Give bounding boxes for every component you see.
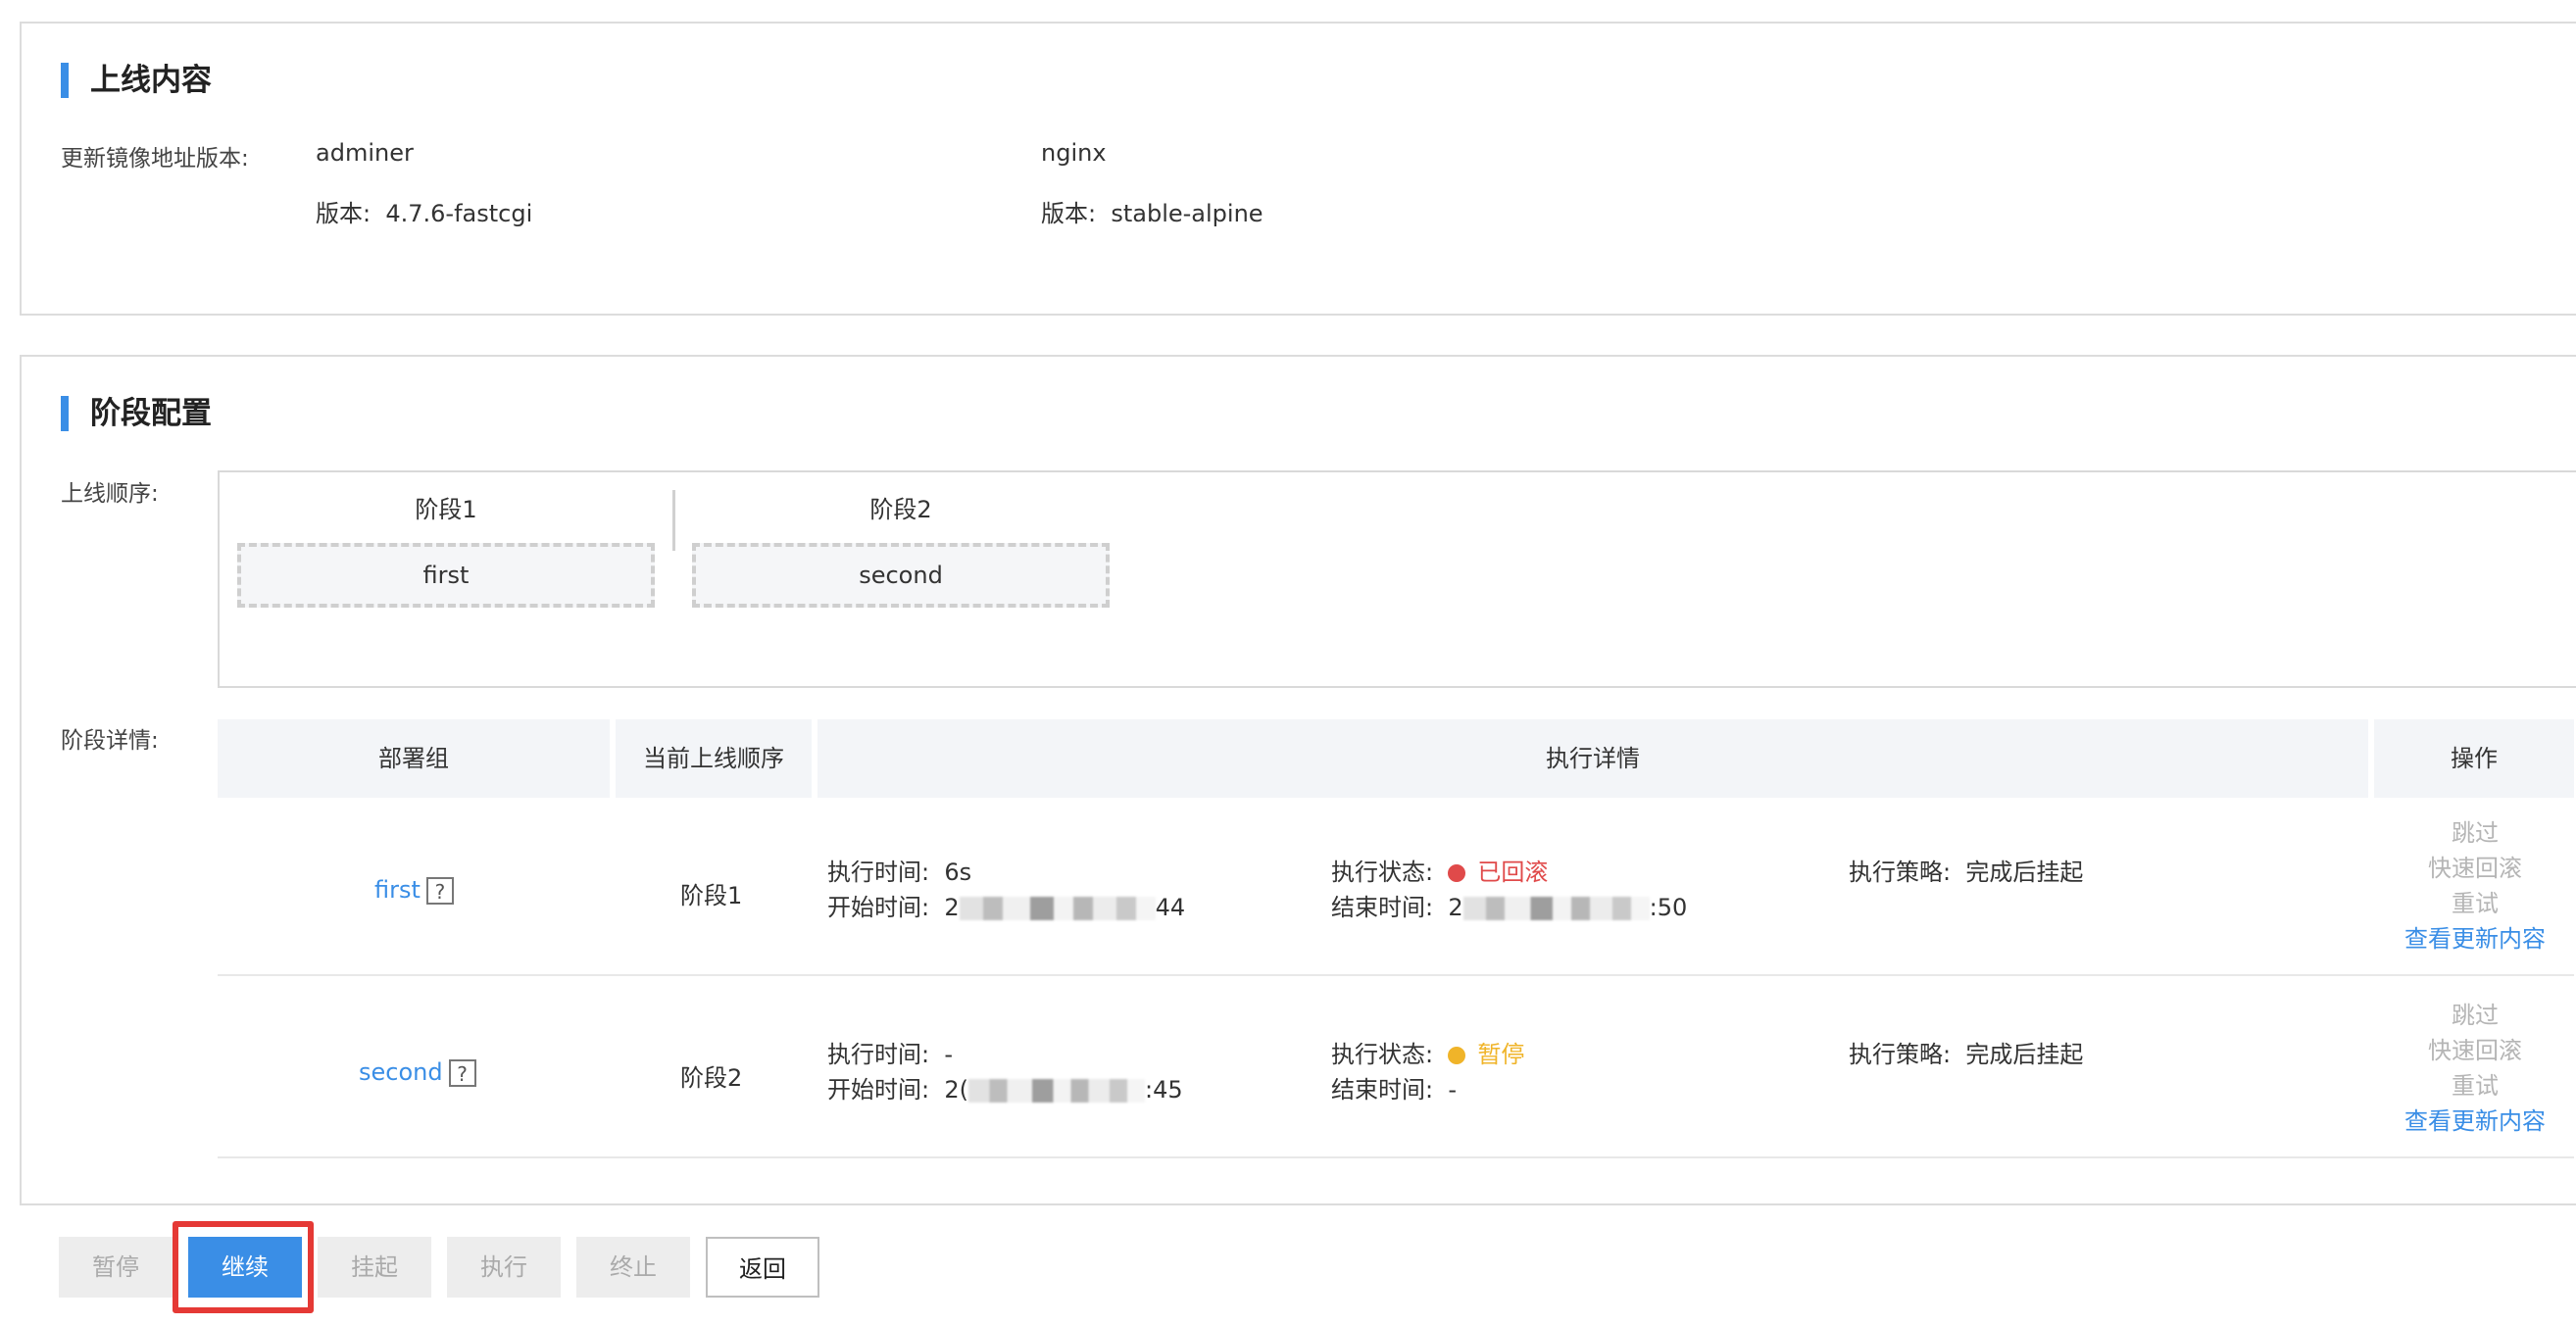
release-order-diagram: 阶段1 阶段2 first second	[218, 470, 2576, 688]
stage-2-group-card[interactable]: second	[692, 543, 1110, 608]
release-content-title: 上线内容	[61, 63, 212, 98]
deploy-group-link-second[interactable]: second	[359, 1058, 443, 1086]
status-dot-icon	[1448, 1047, 1466, 1064]
quick-rollback-action[interactable]: 快速回滚	[2382, 849, 2568, 883]
version-value: 4.7.6-fastcgi	[385, 200, 533, 227]
redacted-timestamp	[1462, 897, 1650, 920]
start-time: 开始时间: 2(:45	[827, 1076, 1183, 1104]
current-order-cell: 阶段2	[680, 1064, 743, 1092]
image-version-nginx: 版本: stable-alpine	[1041, 194, 1263, 228]
redacted-timestamp	[959, 897, 1156, 920]
terminate-button[interactable]: 终止	[576, 1237, 690, 1298]
stage-config-title: 阶段配置	[61, 396, 212, 431]
back-button[interactable]: 返回	[706, 1237, 819, 1298]
stage-1-header: 阶段1	[415, 496, 477, 523]
start-time: 开始时间: 2 44	[827, 894, 1186, 921]
stage-2-header: 阶段2	[869, 496, 932, 523]
suspend-button[interactable]: 挂起	[318, 1237, 431, 1298]
release-order-label: 上线顺序:	[61, 481, 159, 507]
view-update-content-link[interactable]: 查看更新内容	[2382, 1102, 2568, 1136]
stage-config-panel: 阶段配置 上线顺序: 阶段1 阶段2 first second 阶段详情: 部署…	[20, 355, 2576, 1205]
view-update-content-link[interactable]: 查看更新内容	[2382, 919, 2568, 954]
stage-divider	[672, 490, 675, 551]
exec-strategy: 执行策略: 完成后挂起	[1849, 1041, 2084, 1068]
header-current-order: 当前上线顺序	[616, 719, 812, 798]
end-time: 结束时间: 2:50	[1331, 894, 1688, 921]
row-divider	[218, 1156, 2574, 1158]
stage-1-group-card[interactable]: first	[237, 543, 655, 608]
continue-button[interactable]: 继续	[188, 1237, 302, 1298]
redacted-timestamp	[968, 1079, 1145, 1103]
row-divider	[218, 974, 2574, 976]
stage-detail-label: 阶段详情:	[61, 728, 159, 754]
execute-button[interactable]: 执行	[447, 1237, 561, 1298]
image-name-adminer: adminer	[316, 139, 414, 167]
release-content-panel: 上线内容 更新镜像地址版本: adminer 版本: 4.7.6-fastcgi…	[20, 22, 2576, 316]
image-version-label: 更新镜像地址版本:	[61, 146, 249, 172]
header-actions: 操作	[2374, 719, 2574, 798]
deploy-group-cell: first?	[374, 876, 454, 905]
status-dot-icon	[1448, 864, 1466, 882]
deploy-group-cell: second?	[359, 1058, 476, 1087]
exec-status: 执行状态: 暂停	[1331, 1041, 1525, 1068]
skip-action[interactable]: 跳过	[2382, 813, 2568, 848]
exec-status: 执行状态: 已回滚	[1331, 859, 1549, 886]
exec-time: 执行时间: 6s	[827, 859, 972, 886]
end-time: 结束时间: -	[1331, 1076, 1458, 1104]
version-label: 版本:	[1041, 200, 1097, 227]
retry-action[interactable]: 重试	[2382, 884, 2568, 918]
exec-time: 执行时间: -	[827, 1041, 954, 1068]
current-order-cell: 阶段1	[680, 882, 743, 909]
help-icon[interactable]: ?	[448, 1059, 476, 1087]
skip-action[interactable]: 跳过	[2382, 996, 2568, 1030]
header-deploy-group: 部署组	[218, 719, 610, 798]
deploy-group-link-first[interactable]: first	[374, 876, 421, 904]
status-text: 暂停	[1477, 1041, 1525, 1068]
header-exec-detail: 执行详情	[817, 719, 2368, 798]
quick-rollback-action[interactable]: 快速回滚	[2382, 1031, 2568, 1065]
exec-strategy: 执行策略: 完成后挂起	[1849, 859, 2084, 886]
image-name-nginx: nginx	[1041, 139, 1107, 167]
status-text: 已回滚	[1477, 859, 1549, 886]
pause-button[interactable]: 暂停	[59, 1237, 173, 1298]
retry-action[interactable]: 重试	[2382, 1066, 2568, 1101]
help-icon[interactable]: ?	[425, 877, 454, 905]
version-label: 版本:	[316, 200, 372, 227]
version-value: stable-alpine	[1111, 200, 1263, 227]
image-version-adminer: 版本: 4.7.6-fastcgi	[316, 194, 532, 228]
